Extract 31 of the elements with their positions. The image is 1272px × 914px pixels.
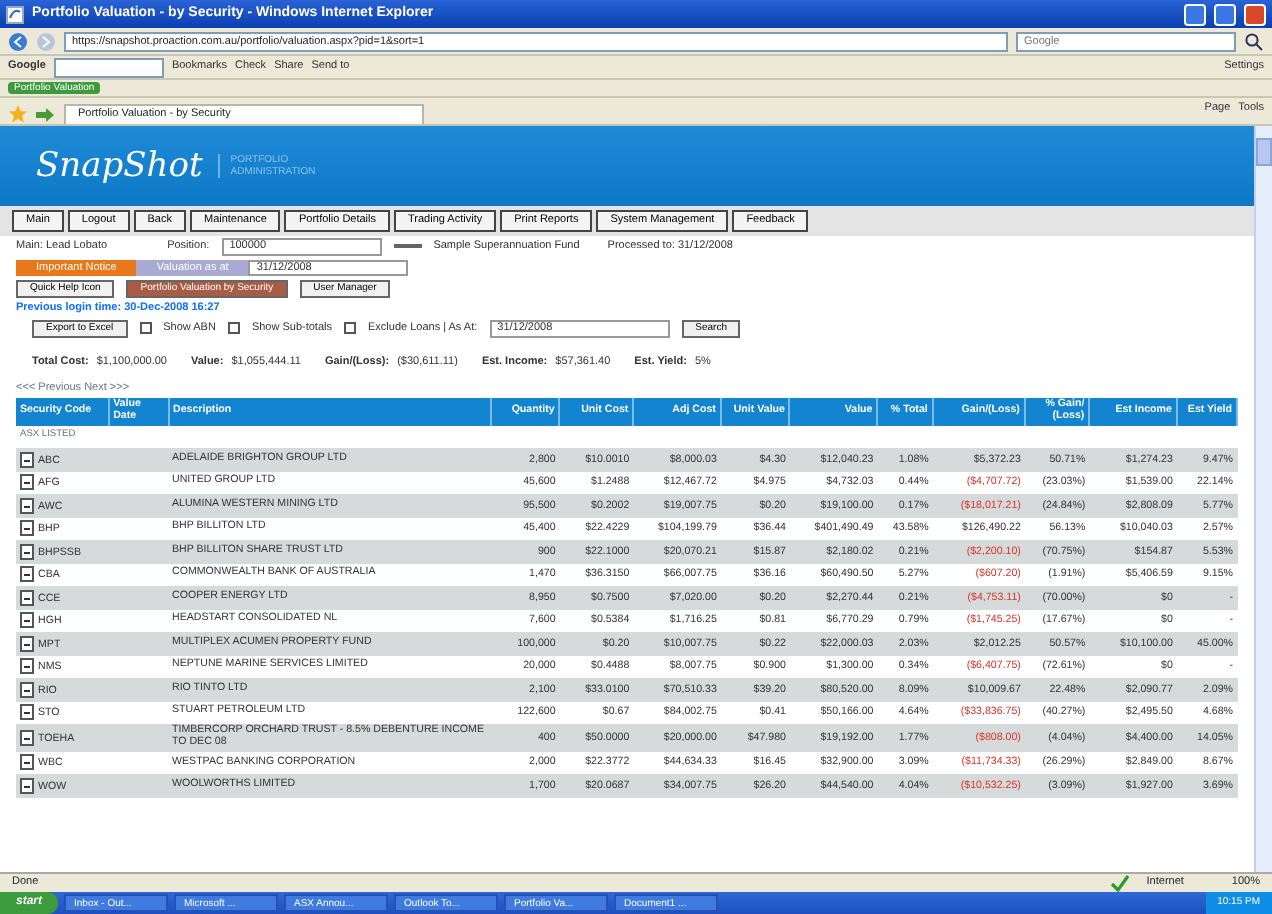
checkbox[interactable] (227, 322, 240, 335)
collapse-icon[interactable] (20, 543, 34, 560)
check-icon (1110, 874, 1131, 892)
add-favorite-icon[interactable] (36, 104, 56, 124)
collapse-icon[interactable] (20, 520, 34, 537)
scrollbar[interactable] (1254, 126, 1272, 872)
back-icon[interactable] (8, 31, 28, 51)
checkbox[interactable] (344, 322, 356, 335)
collapse-icon[interactable] (20, 658, 34, 675)
logo: SnapShot (36, 145, 203, 187)
page-icon (6, 5, 24, 23)
close-button[interactable] (1244, 3, 1266, 25)
collapse-icon[interactable] (20, 635, 34, 652)
search-icon[interactable] (1244, 31, 1264, 51)
toolbar-search-field[interactable] (53, 57, 164, 77)
minimize-button[interactable] (1184, 3, 1206, 25)
lookup-button[interactable] (393, 244, 422, 249)
collapse-icon[interactable] (20, 729, 34, 746)
collapse-icon[interactable] (20, 777, 34, 794)
collapse-icon[interactable] (20, 704, 34, 721)
collapse-icon[interactable] (20, 589, 34, 606)
collapse-icon[interactable] (20, 497, 34, 514)
star-icon[interactable] (8, 104, 28, 124)
collapse-icon[interactable] (20, 566, 34, 583)
checkbox[interactable] (139, 322, 152, 335)
collapse-icon[interactable] (20, 754, 34, 771)
collapse-icon[interactable] (20, 451, 34, 468)
collapse-icon[interactable] (20, 612, 34, 629)
collapse-icon[interactable] (20, 474, 34, 491)
maximize-button[interactable] (1214, 3, 1236, 25)
collapse-icon[interactable] (20, 681, 34, 698)
